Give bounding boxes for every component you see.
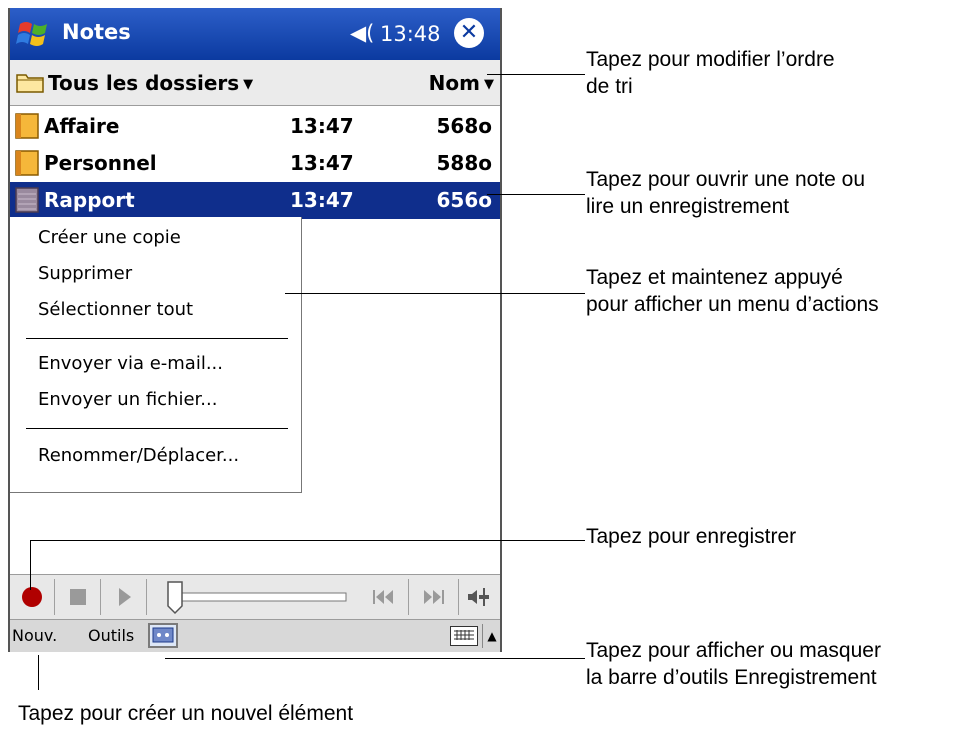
note-name: Rapport	[44, 188, 135, 212]
volume-icon[interactable]: ◀︎(	[350, 21, 374, 45]
callout-line	[30, 540, 585, 541]
callout-line	[165, 658, 585, 659]
list-item-selected[interactable]: Rapport 13:47 656o	[10, 182, 500, 219]
folder-dropdown[interactable]: Tous les dossiers ▼	[48, 71, 253, 95]
callout-text: Tapez et maintenez appuyé	[586, 266, 843, 289]
windows-start-icon[interactable]	[16, 16, 52, 52]
callout-open: Tapez pour ouvrir une note ou lire un en…	[586, 166, 865, 220]
record-icon	[22, 587, 42, 607]
slider-track	[167, 581, 347, 615]
menu-item-copy[interactable]: Créer une copie	[38, 227, 181, 248]
note-time: 13:47	[290, 151, 354, 175]
list-item[interactable]: Personnel 13:47 588o	[10, 145, 500, 182]
callout-text: Tapez pour afficher ou masquer	[586, 639, 881, 662]
callout-text: la barre d’outils Enregistrement	[586, 666, 877, 689]
note-icon	[15, 150, 39, 176]
app-title: Notes	[62, 20, 131, 44]
chevron-down-icon: ▼	[243, 77, 254, 92]
menu-divider	[26, 428, 288, 429]
menu-divider	[26, 338, 288, 339]
callout-new: Tapez pour créer un nouvel élément	[18, 700, 353, 727]
title-bar: Notes ◀︎( 13:48 ✕	[10, 8, 500, 60]
callout-text: lire un enregistrement	[586, 195, 790, 218]
callout-text: Tapez pour enregistrer	[586, 525, 797, 548]
play-button[interactable]	[102, 579, 147, 615]
recording-toolbar-toggle[interactable]	[148, 623, 178, 648]
stop-button[interactable]	[56, 579, 101, 615]
close-button[interactable]: ✕	[454, 18, 484, 48]
note-time: 13:47	[290, 188, 354, 212]
sort-dropdown[interactable]: Nom ▼	[429, 71, 494, 95]
callout-line	[30, 540, 31, 590]
menu-item-send-file[interactable]: Envoyer un fichier...	[38, 389, 217, 410]
note-name: Personnel	[44, 151, 157, 175]
recording-icon	[15, 187, 39, 213]
menu-item-select-all[interactable]: Sélectionner tout	[38, 299, 193, 320]
callout-sort: Tapez pour modifier l’ordre de tri	[586, 46, 835, 100]
menu-bar: Nouv. Outils ▲	[10, 620, 500, 652]
context-menu: Créer une copie Supprimer Sélectionner t…	[10, 217, 302, 493]
note-time: 13:47	[290, 114, 354, 138]
tools-menu[interactable]: Outils	[88, 626, 134, 645]
new-button[interactable]: Nouv.	[12, 626, 57, 645]
pocket-pc-screen: Notes ◀︎( 13:48 ✕ Tous les dossiers ▼ Nom…	[8, 8, 502, 652]
note-name: Affaire	[44, 114, 120, 138]
menu-item-delete[interactable]: Supprimer	[38, 263, 132, 284]
cassette-icon	[152, 627, 174, 643]
play-icon	[119, 588, 131, 606]
folder-icon	[16, 74, 44, 93]
menu-item-email[interactable]: Envoyer via e-mail...	[38, 353, 223, 374]
note-size: 568o	[436, 114, 493, 138]
note-size: 588o	[436, 151, 493, 175]
callout-line	[38, 655, 39, 690]
chevron-up-icon[interactable]: ▲	[482, 624, 500, 648]
volume-slider-icon	[468, 588, 489, 606]
keyboard-icon[interactable]	[450, 626, 478, 646]
chevron-down-icon: ▼	[484, 77, 494, 92]
folder-bar: Tous les dossiers ▼ Nom ▼	[10, 60, 500, 106]
skip-back-icon	[373, 590, 393, 604]
volume-button[interactable]	[460, 579, 500, 615]
skip-forward-icon	[424, 590, 444, 604]
callout-text: de tri	[586, 75, 633, 98]
callout-text: Tapez pour modifier l’ordre	[586, 48, 835, 71]
menu-item-rename[interactable]: Renommer/Déplacer...	[38, 445, 239, 466]
callout-toolbar: Tapez pour afficher ou masquer la barre …	[586, 637, 881, 691]
callout-hold: Tapez et maintenez appuyé pour afficher …	[586, 264, 879, 318]
stop-icon	[70, 589, 86, 605]
callout-line	[487, 74, 585, 75]
keyboard-keys	[454, 630, 474, 640]
skip-forward-button[interactable]	[410, 579, 459, 615]
recording-toolbar	[10, 574, 500, 620]
clock[interactable]: 13:48	[380, 22, 441, 46]
note-icon	[15, 113, 39, 139]
slider-thumb	[167, 581, 183, 615]
folder-dropdown-label: Tous les dossiers	[48, 71, 240, 95]
list-item[interactable]: Affaire 13:47 568o	[10, 108, 500, 145]
skip-back-button[interactable]	[360, 579, 409, 615]
callout-text: Tapez pour créer un nouvel élément	[18, 702, 354, 725]
callout-line	[285, 293, 585, 294]
note-size: 656o	[436, 188, 493, 212]
callout-text: pour afficher un menu d’actions	[586, 293, 879, 316]
callout-record: Tapez pour enregistrer	[586, 523, 796, 550]
position-slider[interactable]	[148, 579, 356, 615]
callout-text: Tapez pour ouvrir une note ou	[586, 168, 866, 191]
record-button[interactable]	[10, 579, 55, 615]
callout-line	[487, 194, 585, 195]
sort-dropdown-label: Nom	[428, 71, 480, 95]
